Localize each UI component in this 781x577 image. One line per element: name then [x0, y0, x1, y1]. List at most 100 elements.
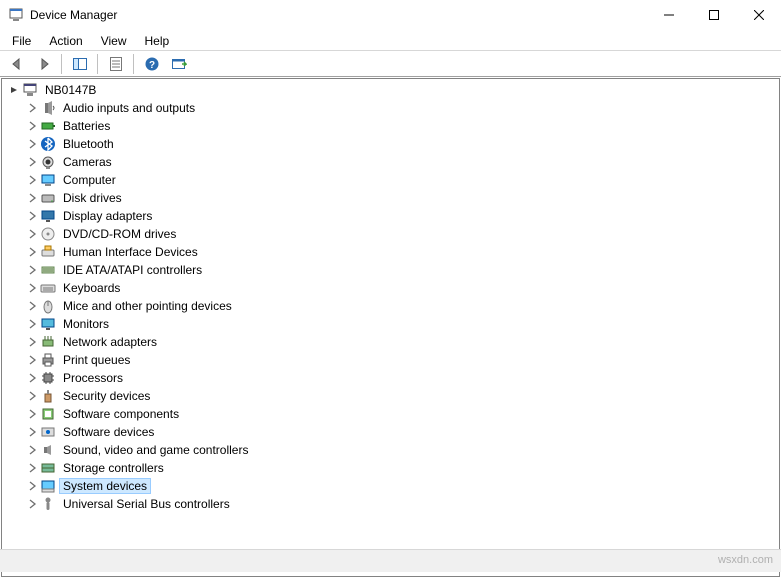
- expander-closed-icon[interactable]: [24, 298, 40, 314]
- tree-node-label[interactable]: Human Interface Devices: [59, 244, 202, 260]
- tree-row[interactable]: Batteries: [2, 117, 779, 135]
- mouse-icon: [40, 298, 56, 314]
- tree-node-label[interactable]: Universal Serial Bus controllers: [59, 496, 234, 512]
- device-tree[interactable]: NB0147B Audio inputs and outputs Batterie…: [1, 78, 780, 577]
- computer-icon: [22, 82, 38, 98]
- tree-row[interactable]: Computer: [2, 171, 779, 189]
- tree-row[interactable]: Mice and other pointing devices: [2, 297, 779, 315]
- tree-row[interactable]: Software devices: [2, 423, 779, 441]
- forward-button[interactable]: [31, 52, 56, 76]
- tree-node-label[interactable]: Bluetooth: [59, 136, 118, 152]
- tree-node-label[interactable]: IDE ATA/ATAPI controllers: [59, 262, 206, 278]
- tree-node-label[interactable]: Storage controllers: [59, 460, 168, 476]
- root-label[interactable]: NB0147B: [41, 82, 100, 98]
- expander-closed-icon[interactable]: [24, 208, 40, 224]
- tree-row[interactable]: Processors: [2, 369, 779, 387]
- tree-row[interactable]: Bluetooth: [2, 135, 779, 153]
- tree-root[interactable]: NB0147B: [2, 81, 779, 99]
- tree-node-label[interactable]: System devices: [59, 478, 151, 494]
- tree-node-label[interactable]: Mice and other pointing devices: [59, 298, 236, 314]
- cdrom-icon: [40, 226, 56, 242]
- tree-node-label[interactable]: Software devices: [59, 424, 158, 440]
- tree-node-label[interactable]: Security devices: [59, 388, 154, 404]
- tree-row[interactable]: Security devices: [2, 387, 779, 405]
- tree-row[interactable]: Monitors: [2, 315, 779, 333]
- computer-icon: [40, 172, 56, 188]
- statusbar: [0, 549, 781, 572]
- menu-help[interactable]: Help: [137, 33, 178, 49]
- tree-row[interactable]: Network adapters: [2, 333, 779, 351]
- tree-node-label[interactable]: Cameras: [59, 154, 116, 170]
- tree-row[interactable]: Display adapters: [2, 207, 779, 225]
- ide-icon: [40, 262, 56, 278]
- menu-view[interactable]: View: [93, 33, 135, 49]
- expander-closed-icon[interactable]: [24, 172, 40, 188]
- tree-node-label[interactable]: Disk drives: [59, 190, 126, 206]
- tree-row[interactable]: Keyboards: [2, 279, 779, 297]
- expander-closed-icon[interactable]: [24, 190, 40, 206]
- tree-row[interactable]: Audio inputs and outputs: [2, 99, 779, 117]
- tree-row[interactable]: Sound, video and game controllers: [2, 441, 779, 459]
- menu-action[interactable]: Action: [41, 33, 90, 49]
- expander-closed-icon[interactable]: [24, 424, 40, 440]
- tree-node-label[interactable]: Audio inputs and outputs: [59, 100, 199, 116]
- tree-node-label[interactable]: Processors: [59, 370, 127, 386]
- expander-closed-icon[interactable]: [24, 316, 40, 332]
- window-controls: [646, 0, 781, 30]
- menu-file[interactable]: File: [4, 33, 39, 49]
- expander-closed-icon[interactable]: [24, 244, 40, 260]
- tree-row[interactable]: DVD/CD-ROM drives: [2, 225, 779, 243]
- expander-closed-icon[interactable]: [24, 118, 40, 134]
- back-button[interactable]: [4, 52, 29, 76]
- expander-closed-icon[interactable]: [24, 100, 40, 116]
- expander-closed-icon[interactable]: [24, 226, 40, 242]
- expander-closed-icon[interactable]: [24, 460, 40, 476]
- tree-row[interactable]: Software components: [2, 405, 779, 423]
- close-button[interactable]: [736, 0, 781, 30]
- expander-closed-icon[interactable]: [24, 352, 40, 368]
- tree-row[interactable]: Disk drives: [2, 189, 779, 207]
- expander-closed-icon[interactable]: [24, 136, 40, 152]
- tree-node-label[interactable]: Monitors: [59, 316, 113, 332]
- scan-hardware-button[interactable]: [166, 52, 191, 76]
- expander-closed-icon[interactable]: [24, 388, 40, 404]
- tree-node-label[interactable]: Keyboards: [59, 280, 124, 296]
- monitor-icon: [40, 316, 56, 332]
- tree-node-label[interactable]: Batteries: [59, 118, 114, 134]
- expander-closed-icon[interactable]: [24, 280, 40, 296]
- expander-closed-icon[interactable]: [24, 406, 40, 422]
- expander-closed-icon[interactable]: [24, 262, 40, 278]
- tree-node-label[interactable]: Network adapters: [59, 334, 161, 350]
- hid-icon: [40, 244, 56, 260]
- expander-open-icon[interactable]: [6, 82, 22, 98]
- expander-closed-icon[interactable]: [24, 370, 40, 386]
- toolbar: ?: [0, 50, 781, 77]
- maximize-button[interactable]: [691, 0, 736, 30]
- tree-row[interactable]: System devices: [2, 477, 779, 495]
- tree-row[interactable]: Cameras: [2, 153, 779, 171]
- expander-closed-icon[interactable]: [24, 442, 40, 458]
- sound-icon: [40, 442, 56, 458]
- help-button[interactable]: ?: [139, 52, 164, 76]
- properties-button[interactable]: [103, 52, 128, 76]
- swcomp-icon: [40, 406, 56, 422]
- printer-icon: [40, 352, 56, 368]
- tree-row[interactable]: Human Interface Devices: [2, 243, 779, 261]
- tree-node-label[interactable]: Computer: [59, 172, 120, 188]
- tree-row[interactable]: Storage controllers: [2, 459, 779, 477]
- tree-node-label[interactable]: Sound, video and game controllers: [59, 442, 252, 458]
- tree-row[interactable]: Print queues: [2, 351, 779, 369]
- tree-row[interactable]: Universal Serial Bus controllers: [2, 495, 779, 513]
- expander-closed-icon[interactable]: [24, 478, 40, 494]
- minimize-button[interactable]: [646, 0, 691, 30]
- tree-node-label[interactable]: Software components: [59, 406, 183, 422]
- expander-closed-icon[interactable]: [24, 496, 40, 512]
- tree-node-label[interactable]: Display adapters: [59, 208, 156, 224]
- swdev-icon: [40, 424, 56, 440]
- tree-node-label[interactable]: DVD/CD-ROM drives: [59, 226, 180, 242]
- show-hide-console-button[interactable]: [67, 52, 92, 76]
- expander-closed-icon[interactable]: [24, 334, 40, 350]
- tree-row[interactable]: IDE ATA/ATAPI controllers: [2, 261, 779, 279]
- tree-node-label[interactable]: Print queues: [59, 352, 134, 368]
- expander-closed-icon[interactable]: [24, 154, 40, 170]
